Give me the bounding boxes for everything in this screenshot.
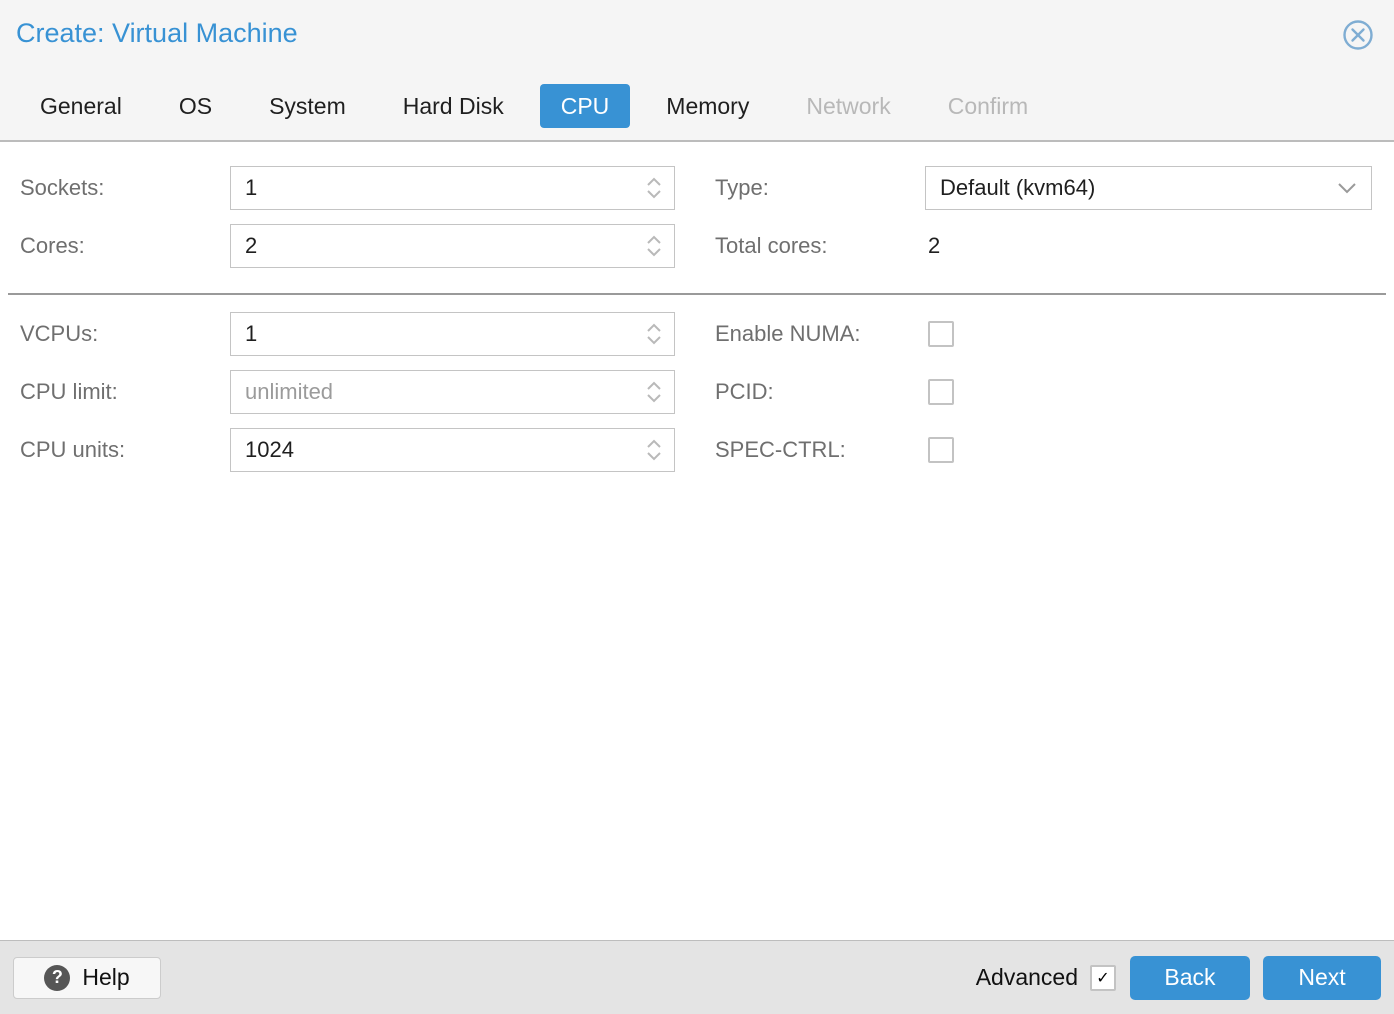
type-input[interactable] <box>926 167 1371 209</box>
pcid-label: PCID: <box>715 379 774 404</box>
cpu-units-input[interactable] <box>231 429 674 471</box>
tab-os[interactable]: OS <box>179 93 212 120</box>
type-combobox[interactable] <box>925 166 1372 210</box>
vcpus-label: VCPUs: <box>20 321 99 346</box>
tab-bar: General OS System Hard Disk CPU Memory N… <box>40 84 1028 128</box>
sockets-input[interactable] <box>231 167 674 209</box>
spinner-down-icon <box>647 248 661 257</box>
tab-general[interactable]: General <box>40 93 122 120</box>
total-cores-label: Total cores: <box>715 233 828 258</box>
tab-cpu[interactable]: CPU <box>539 84 631 128</box>
footer-actions: Advanced ✓ Back Next <box>975 955 1381 1000</box>
cpu-units-field <box>230 428 675 472</box>
tab-system[interactable]: System <box>269 93 346 120</box>
spinner-up-icon <box>647 323 661 332</box>
vcpus-field <box>230 312 675 356</box>
dialog-footer: ? Help Advanced ✓ Back Next <box>0 940 1394 1014</box>
spinner-up-icon <box>647 381 661 390</box>
next-button[interactable]: Next <box>1263 955 1381 1000</box>
spec-ctrl-checkbox[interactable] <box>928 437 954 463</box>
spinner-up-icon <box>647 177 661 186</box>
tab-hard-disk[interactable]: Hard Disk <box>403 93 504 120</box>
tab-network: Network <box>806 92 891 119</box>
cpu-limit-input[interactable] <box>231 371 674 413</box>
sockets-label: Sockets: <box>20 175 105 200</box>
type-label: Type: <box>715 175 769 200</box>
cores-label: Cores: <box>20 233 85 258</box>
cores-field <box>230 224 675 268</box>
cores-input[interactable] <box>231 225 674 267</box>
spinner-up-icon <box>647 439 661 448</box>
spinner-down-icon <box>647 394 661 403</box>
dialog-header: Create: Virtual Machine General OS Syste… <box>0 0 1394 142</box>
tab-confirm: Confirm <box>947 92 1029 119</box>
combo-chevron-down-icon[interactable] <box>1337 167 1357 209</box>
close-icon[interactable] <box>1342 19 1374 51</box>
advanced-checkbox[interactable]: ✓ <box>1090 964 1116 991</box>
spinner-down-icon <box>647 336 661 345</box>
back-button[interactable]: Back <box>1130 955 1250 1000</box>
check-icon: ✓ <box>1096 969 1110 987</box>
help-button[interactable]: ? Help <box>13 956 161 999</box>
spec-ctrl-label: SPEC-CTRL: <box>715 437 846 462</box>
cpu-limit-spinner[interactable] <box>646 371 662 413</box>
pcid-checkbox[interactable] <box>928 379 954 405</box>
create-vm-dialog: Create: Virtual Machine General OS Syste… <box>0 0 1394 1014</box>
section-divider <box>8 293 1386 295</box>
cpu-units-spinner[interactable] <box>646 429 662 471</box>
vcpus-spinner[interactable] <box>646 313 662 355</box>
tab-memory[interactable]: Memory <box>666 93 749 120</box>
advanced-label: Advanced <box>975 964 1078 990</box>
help-button-label: Help <box>82 964 130 990</box>
sockets-field <box>230 166 675 210</box>
dialog-title: Create: Virtual Machine <box>16 18 298 48</box>
vcpus-input[interactable] <box>231 313 674 355</box>
spinner-down-icon <box>647 452 661 461</box>
total-cores-value: 2 <box>928 233 941 258</box>
enable-numa-label: Enable NUMA: <box>715 321 861 346</box>
enable-numa-checkbox[interactable] <box>928 321 954 347</box>
spinner-up-icon <box>647 235 661 244</box>
cores-spinner[interactable] <box>646 225 662 267</box>
question-circle-icon: ? <box>44 964 71 991</box>
sockets-spinner[interactable] <box>646 167 662 209</box>
cpu-limit-field <box>230 370 675 414</box>
spinner-down-icon <box>647 190 661 199</box>
cpu-units-label: CPU units: <box>20 437 126 462</box>
cpu-limit-label: CPU limit: <box>20 379 118 404</box>
